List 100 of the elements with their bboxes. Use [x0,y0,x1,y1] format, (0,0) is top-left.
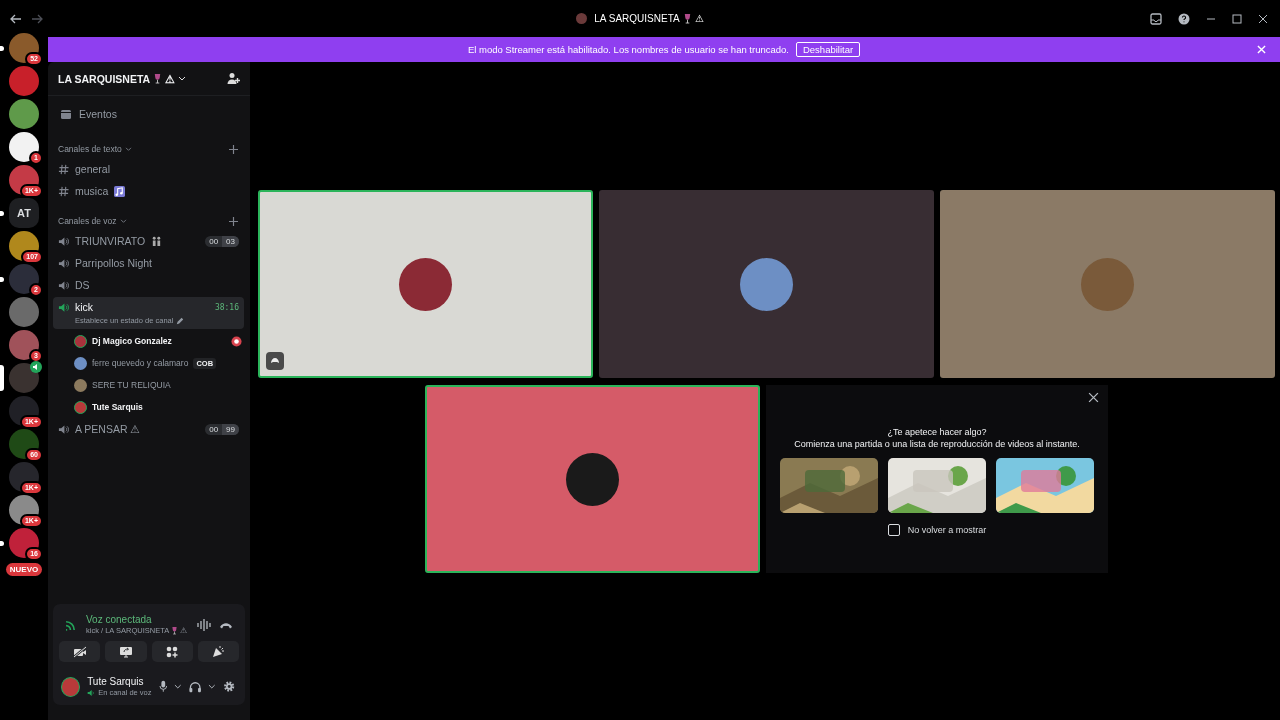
wine-glass-icon [171,626,179,635]
video-tile[interactable] [599,190,934,378]
call-timer: 38:16 [214,302,239,312]
channel-item[interactable]: Parripollos Night [53,253,244,273]
speaker-icon [58,279,69,291]
participant-avatar [740,257,793,311]
hashtag-icon [58,163,69,175]
sound-wave-icon[interactable] [197,618,211,631]
help-icon[interactable] [1178,12,1190,25]
connection-signal-icon [65,618,78,631]
events-link[interactable]: Eventos [79,108,117,120]
server-indicator [0,365,4,391]
headphones-icon[interactable] [188,680,202,693]
checkbox-label[interactable]: No volver a mostrar [907,525,987,535]
server-indicator [0,211,4,216]
window-title: LA SARQUISNETA [594,13,680,24]
server-icon [576,13,588,24]
member-name[interactable]: Tute Sarquis [92,402,143,412]
category-header[interactable]: Canales de voz [58,216,117,226]
add-channel-icon[interactable] [229,216,238,226]
wine-glass-icon [153,73,163,84]
activity-subtitle: Comienza una partida o una lista de reproducción de videos al instante. [794,439,1080,449]
channel-name: DS [75,279,90,291]
warning-sign: ⚠ [694,13,704,24]
server-indicator [0,277,4,282]
soundboard-button[interactable] [197,641,239,662]
warning-sign: ⚠ [165,72,176,85]
channel-name: A PENSAR ⚠ [75,423,141,435]
speaker-icon [58,423,69,435]
member-name[interactable]: ferre quevedo y calamaro [92,358,189,368]
music-note-icon [114,185,126,197]
streamer-mode-notice: El modo Streamer está habilitado. Los nombres de usuario se han truncado. [467,44,789,55]
pencil-icon[interactable] [176,316,185,325]
video-tile[interactable] [258,190,593,378]
maximize-icon[interactable] [1232,13,1242,24]
speaker-icon [58,235,69,247]
server-icon[interactable]: AT [9,198,39,228]
party-horn-icon [211,645,225,658]
user-limit-counter: 00 99 [205,423,239,435]
server-icon[interactable] [9,33,39,63]
member-name[interactable]: SERE TU RELIQUIA [92,380,171,390]
add-channel-icon[interactable] [229,144,238,154]
chevron-down-icon [124,146,132,152]
close-icon[interactable] [1258,13,1268,24]
chevron-down-icon [119,218,127,224]
share-screen-button[interactable] [105,641,147,662]
channel-name: musica [75,185,109,197]
server-icon[interactable] [9,429,39,459]
server-icon[interactable] [9,528,39,558]
speaker-icon [87,688,96,697]
video-tile[interactable] [940,190,1275,378]
forward-arrow-icon[interactable] [31,13,43,24]
video-tile[interactable] [425,385,760,573]
speaker-icon [58,257,69,269]
inbox-icon[interactable] [1150,12,1162,25]
participant-avatar [399,257,452,311]
speaker-icon [58,301,69,313]
user-limit-counter: 00 03 [205,235,239,247]
server-icon[interactable] [9,132,39,162]
activities-icon [166,645,179,658]
activity-title: ¿Te apetece hacer algo? [887,427,987,437]
channel-name: Parripollos Night [75,257,153,269]
hashtag-icon [58,185,69,197]
channel-name: kick [75,301,94,313]
checkbox[interactable] [887,524,900,536]
user-avatar[interactable] [61,676,81,697]
add-person-icon[interactable] [227,72,240,85]
camera-off-button[interactable] [59,641,101,662]
close-icon[interactable] [1088,392,1099,403]
server-indicator [0,541,4,546]
disable-button[interactable]: Deshabilitar [795,42,861,57]
member-name[interactable]: Dj Magico Gonzalez [92,336,172,346]
server-icon[interactable] [9,363,39,393]
category-header[interactable]: Canales de texto [58,144,122,154]
server-icon[interactable] [9,99,39,129]
speaker-badge-icon [30,361,42,373]
back-arrow-icon[interactable] [10,13,22,24]
hang-up-icon[interactable] [219,620,233,629]
chevron-down-icon[interactable] [174,683,182,690]
channel-item[interactable]: A PENSAR ⚠ 00 99 [53,419,244,439]
microphone-icon[interactable] [158,680,168,693]
camera-off-icon [72,645,87,658]
channel-item[interactable]: general [53,159,244,179]
activities-button[interactable] [151,641,193,662]
chevron-down-icon[interactable] [208,683,216,690]
server-indicator [0,46,4,51]
channel-item[interactable]: musica [53,181,244,201]
calendar-icon [60,108,72,120]
channel-name: general [75,163,111,175]
participant-avatar [1081,257,1134,311]
channel-item[interactable]: DS [53,275,244,295]
server-name[interactable]: LA SARQUISNETA [58,72,151,85]
user-name: Tute Sarquis [87,676,145,687]
channel-item[interactable]: TRIUNVIRATO 00 03 [53,231,244,251]
participant-avatar [566,452,619,506]
settings-icon[interactable] [222,680,235,693]
screen-share-icon [118,645,133,658]
chevron-down-icon[interactable] [178,75,187,82]
new-badge: NUEVO [5,563,43,576]
voice-status[interactable]: Voz conectada [86,614,189,625]
